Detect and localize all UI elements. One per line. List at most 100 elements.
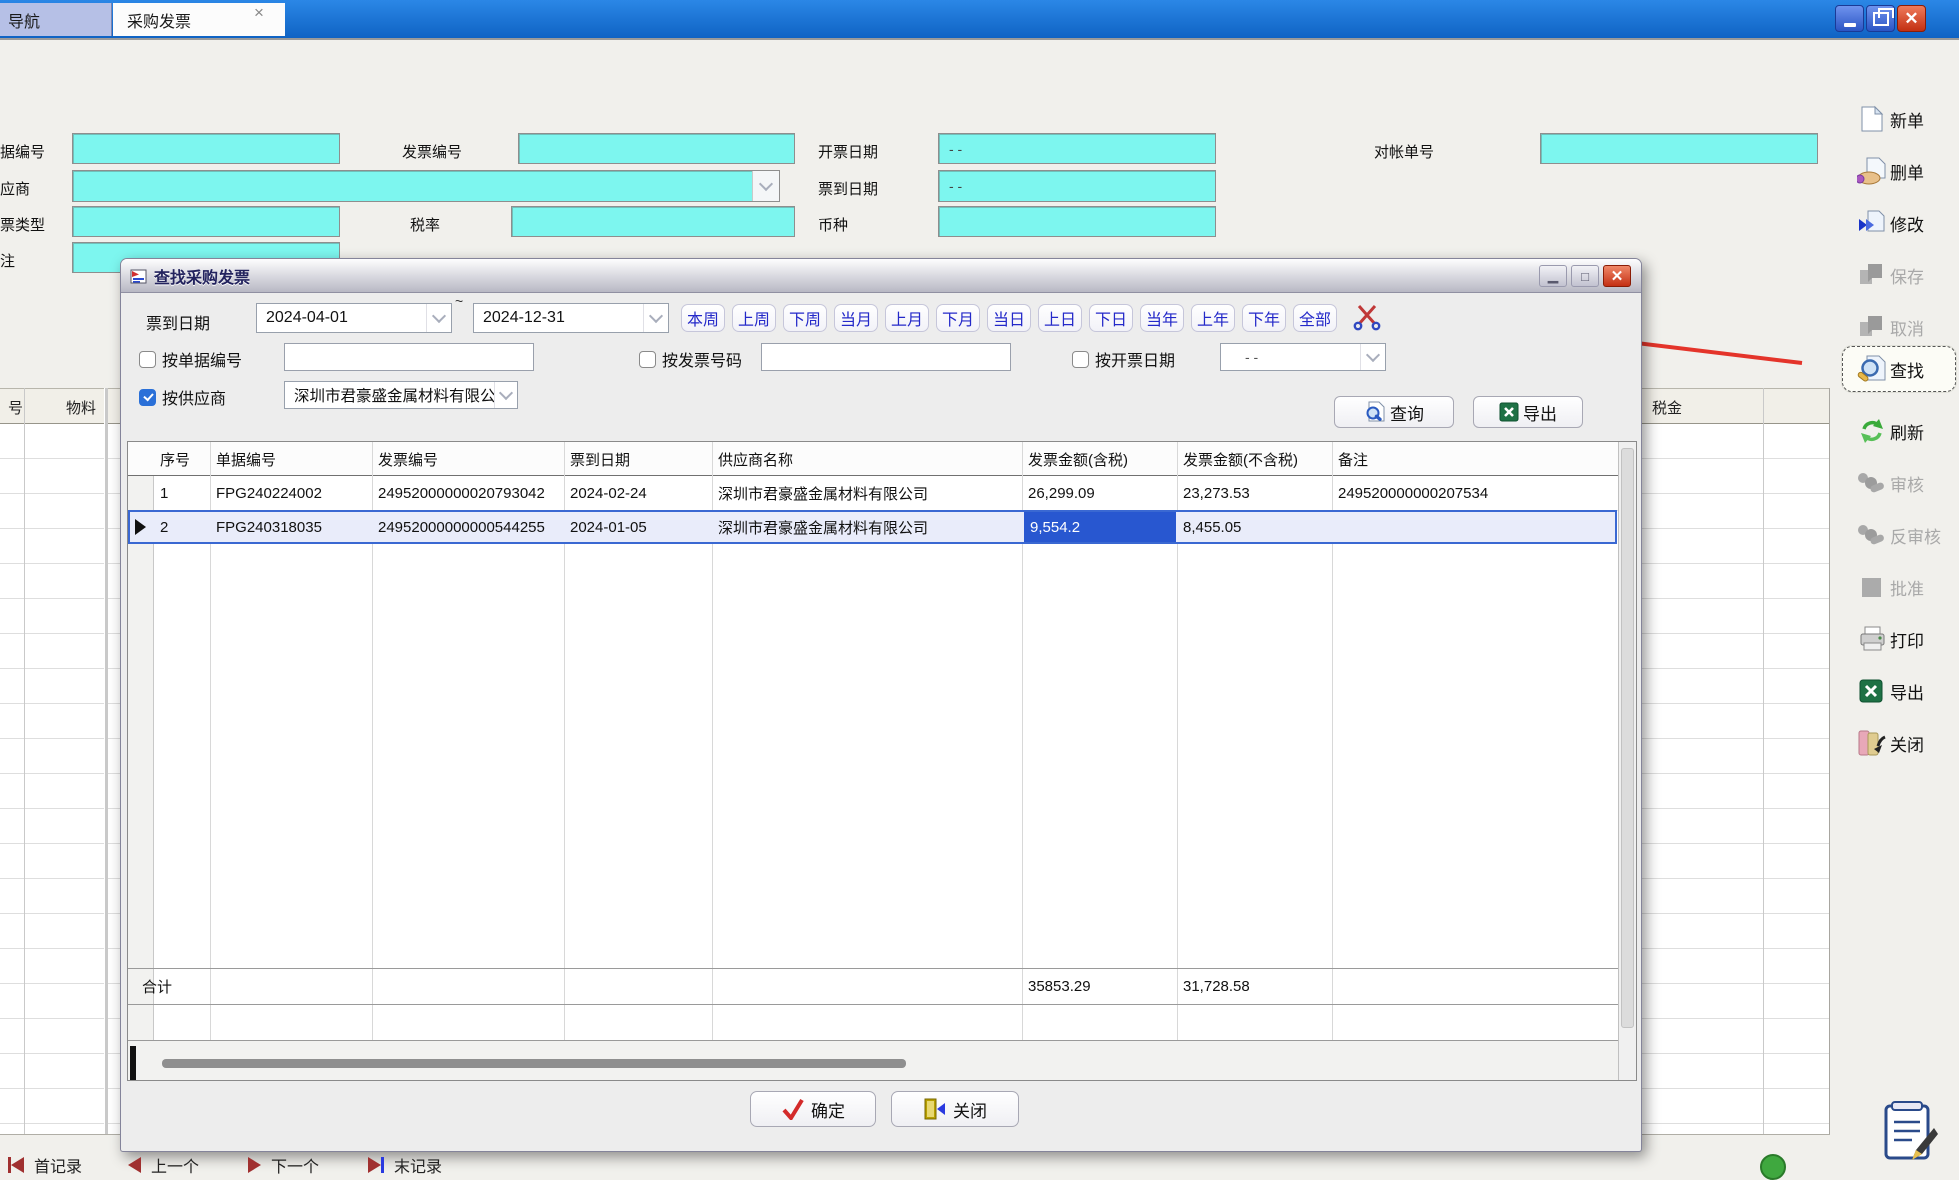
nav-last-record[interactable]: 末记录 (368, 1153, 442, 1177)
col-header-arrive-date[interactable]: 票到日期 (564, 442, 712, 476)
cell-amount-excl[interactable]: 23,273.53 (1177, 476, 1332, 510)
sidebar-find-button[interactable]: 查找 (1856, 352, 1958, 386)
ok-button[interactable]: 确定 (750, 1091, 876, 1127)
scissors-icon[interactable] (1353, 303, 1381, 336)
invoice-no-filter-input[interactable] (761, 343, 1011, 371)
col-header-supplier[interactable]: 供应商名称 (712, 442, 1022, 476)
window-minimize-button[interactable] (1835, 5, 1864, 32)
sidebar-delete-button[interactable]: 删单 (1856, 154, 1958, 188)
doc-no-field[interactable] (72, 133, 340, 164)
supplier-field[interactable] (72, 170, 780, 202)
window-restore-button[interactable] (1866, 5, 1895, 32)
sidebar-print-button[interactable]: 打印 (1856, 622, 1958, 656)
chevron-down-icon[interactable] (426, 304, 451, 332)
quick-last-month-button[interactable]: 上月 (885, 304, 929, 332)
filter-by-invoice-date[interactable]: 按开票日期 (1072, 347, 1175, 371)
quick-next-year-button[interactable]: 下年 (1242, 304, 1286, 332)
sidebar-new-button[interactable]: 新单 (1856, 102, 1958, 136)
col-header-seq[interactable]: 序号 (154, 442, 210, 476)
dialog-close-button[interactable]: 关闭 (891, 1091, 1019, 1127)
window-close-button[interactable]: ✕ (1897, 5, 1926, 32)
sidebar-export-button[interactable]: 导出 (1856, 674, 1958, 708)
sidebar-unaudit-button[interactable]: 反审核 (1856, 518, 1958, 552)
cell-amount-incl[interactable]: 26,299.09 (1022, 476, 1177, 510)
query-button[interactable]: 查询 (1334, 396, 1454, 428)
note-edit-icon[interactable] (1882, 1098, 1938, 1167)
quick-next-week-button[interactable]: 下周 (783, 304, 827, 332)
cell-amount-incl-selected[interactable]: 9,554.2 (1024, 512, 1176, 542)
recon-no-field[interactable] (1540, 133, 1818, 164)
supplier-dropdown-button[interactable] (752, 171, 779, 201)
sidebar-modify-button[interactable]: 修改 (1856, 206, 1958, 240)
invoice-no-field[interactable] (518, 133, 795, 164)
dialog-minimize-button[interactable]: ▁ (1539, 265, 1567, 287)
dialog-close-x-button[interactable]: ✕ (1603, 265, 1631, 287)
chevron-down-icon[interactable] (1360, 344, 1385, 370)
quick-this-week-button[interactable]: 本周 (681, 304, 725, 332)
col-header-doc-no[interactable]: 单据编号 (210, 442, 372, 476)
quick-this-month-button[interactable]: 当月 (834, 304, 878, 332)
currency-field[interactable] (938, 206, 1216, 237)
checkbox-checked[interactable] (139, 389, 156, 406)
supplier-filter-combo[interactable]: 深圳市君豪盛金属材料有限公司 (284, 381, 518, 409)
dialog-title-bar[interactable]: 查找采购发票 (121, 259, 1641, 293)
sidebar-save-button[interactable]: 保存 (1856, 258, 1958, 292)
cell-arrive-date[interactable]: 2024-02-24 (564, 476, 712, 510)
tax-rate-field[interactable] (511, 206, 795, 237)
cell-amount-excl[interactable]: 8,455.05 (1177, 510, 1332, 544)
cell-invoice-no[interactable]: 24952000000000544255 (372, 510, 564, 544)
sidebar-close-button[interactable]: 关闭 (1856, 726, 1958, 760)
quick-last-year-button[interactable]: 上年 (1191, 304, 1235, 332)
filter-by-doc-no[interactable]: 按单据编号 (139, 347, 242, 371)
tab-navigation[interactable]: 导航 (0, 3, 112, 36)
filter-by-invoice-no[interactable]: 按发票号码 (639, 347, 742, 371)
checkbox-unchecked[interactable] (139, 351, 156, 368)
col-header-amount-excl[interactable]: 发票金额(不含税) (1177, 442, 1332, 476)
col-header-amount-incl[interactable]: 发票金额(含税) (1022, 442, 1177, 476)
quick-yesterday-button[interactable]: 上日 (1038, 304, 1082, 332)
quick-this-year-button[interactable]: 当年 (1140, 304, 1184, 332)
sidebar-audit-button[interactable]: 审核 (1856, 466, 1958, 500)
invoice-date-field[interactable]: - - (938, 133, 1216, 164)
cell-invoice-no[interactable]: 24952000000020793042 (372, 476, 564, 510)
arrive-date-field[interactable]: - - (938, 170, 1216, 202)
checkbox-unchecked[interactable] (1072, 351, 1089, 368)
v-scrollbar-thumb[interactable] (1621, 448, 1634, 1028)
chevron-down-icon[interactable] (494, 382, 517, 408)
col-header-invoice-no[interactable]: 发票编号 (372, 442, 564, 476)
cell-note[interactable] (1332, 510, 1618, 544)
quick-tomorrow-button[interactable]: 下日 (1089, 304, 1133, 332)
nav-prev-record[interactable]: 上一个 (128, 1153, 199, 1177)
cell-note[interactable]: 249520000000207534 (1332, 476, 1618, 510)
cell-doc-no[interactable]: FPG240318035 (210, 510, 372, 544)
nav-next-record[interactable]: 下一个 (248, 1153, 319, 1177)
date-from-combo[interactable]: 2024-04-01 (256, 303, 452, 333)
invoice-date-filter-combo[interactable]: - - (1220, 343, 1386, 371)
dialog-maximize-button[interactable]: □ (1571, 265, 1599, 287)
h-scrollbar-thumb[interactable] (162, 1059, 906, 1068)
cell-supplier[interactable]: 深圳市君豪盛金属材料有限公司 (712, 510, 1022, 544)
export-button[interactable]: 导出 (1473, 396, 1583, 428)
cell-seq[interactable]: 2 (154, 510, 210, 544)
quick-next-month-button[interactable]: 下月 (936, 304, 980, 332)
tab-close-icon[interactable]: × (246, 3, 272, 23)
checkbox-unchecked[interactable] (639, 351, 656, 368)
filter-by-supplier[interactable]: 按供应商 (139, 385, 226, 409)
quick-today-button[interactable]: 当日 (987, 304, 1031, 332)
sidebar-cancel-button[interactable]: 取消 (1856, 310, 1958, 344)
sidebar-refresh-button[interactable]: 刷新 (1856, 414, 1958, 448)
sidebar-approve-button[interactable]: 批准 (1856, 570, 1958, 604)
cell-seq[interactable]: 1 (154, 476, 210, 510)
chevron-down-icon[interactable] (643, 304, 668, 332)
cell-supplier[interactable]: 深圳市君豪盛金属材料有限公司 (712, 476, 1022, 510)
invoice-type-field[interactable] (72, 206, 340, 237)
nav-first-record[interactable]: 首记录 (8, 1153, 82, 1177)
date-to-combo[interactable]: 2024-12-31 (473, 303, 669, 333)
quick-last-week-button[interactable]: 上周 (732, 304, 776, 332)
tab-purchase-invoice[interactable]: 采购发票 × (113, 3, 285, 36)
cell-arrive-date[interactable]: 2024-01-05 (564, 510, 712, 544)
quick-all-button[interactable]: 全部 (1293, 304, 1337, 332)
cell-doc-no[interactable]: FPG240224002 (210, 476, 372, 510)
doc-no-filter-input[interactable] (284, 343, 534, 371)
col-header-note[interactable]: 备注 (1332, 442, 1618, 476)
